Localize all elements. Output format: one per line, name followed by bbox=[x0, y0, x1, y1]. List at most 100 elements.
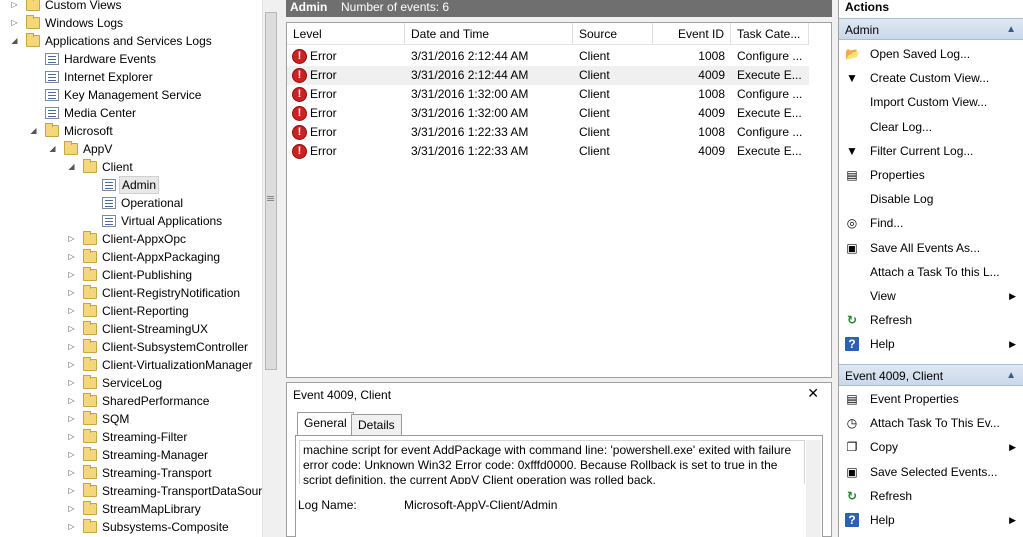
expand-arrow-icon[interactable]: ▷ bbox=[67, 248, 76, 266]
tab-general[interactable]: General bbox=[297, 412, 354, 436]
expand-arrow-icon[interactable]: ▷ bbox=[10, 0, 19, 14]
action-create-custom-view[interactable]: ▼ Create Custom View... bbox=[839, 66, 1023, 90]
tree-item[interactable]: Admin bbox=[0, 176, 262, 194]
tree-item-label: Client-SubsystemController bbox=[102, 340, 249, 354]
tree-item[interactable]: ▷ Client-AppxPackaging bbox=[0, 248, 262, 266]
tree-scrollbar[interactable] bbox=[262, 0, 278, 537]
tree-item[interactable]: ▷ Streaming-Filter bbox=[0, 428, 262, 446]
action-import-custom-view[interactable]: Import Custom View... bbox=[839, 90, 1023, 114]
action-find[interactable]: ◎ Find... bbox=[839, 211, 1023, 235]
expand-arrow-icon[interactable]: ▷ bbox=[67, 392, 76, 410]
table-row[interactable]: ! Error 3/31/2016 2:12:44 AM Client 1008 Conf… bbox=[287, 47, 809, 66]
action-copy[interactable]: ❐ Copy ▶ bbox=[839, 435, 1023, 459]
column-date-time[interactable]: Date and Time bbox=[405, 23, 573, 45]
tree-item-label: Client-StreamingUX bbox=[102, 322, 209, 336]
action-properties[interactable]: ▤ Properties bbox=[839, 163, 1023, 187]
expand-arrow-icon[interactable]: ▷ bbox=[67, 428, 76, 446]
action-save-selected-events[interactable]: ▣ Save Selected Events... bbox=[839, 460, 1023, 484]
expand-arrow-icon[interactable]: ▷ bbox=[10, 14, 19, 32]
collapse-arrow-icon[interactable]: ◢ bbox=[67, 158, 76, 176]
tree-item[interactable]: ▷ Client-StreamingUX bbox=[0, 320, 262, 338]
tree-item[interactable]: Hardware Events bbox=[0, 50, 262, 68]
tree-item[interactable]: ▷ Subsystems-Composite bbox=[0, 518, 262, 536]
expand-arrow-icon[interactable]: ▷ bbox=[67, 500, 76, 518]
tree-item[interactable]: ▷ Custom Views bbox=[0, 0, 262, 14]
table-row[interactable]: ! Error 3/31/2016 1:32:00 AM Client 4009 Exec… bbox=[287, 104, 809, 123]
tree-item[interactable]: Virtual Applications bbox=[0, 212, 262, 230]
action-refresh[interactable]: ↻ Refresh bbox=[839, 484, 1023, 508]
action-view[interactable]: View ▶ bbox=[839, 284, 1023, 308]
action-event-properties[interactable]: ▤ Event Properties bbox=[839, 387, 1023, 411]
action-help[interactable]: ? Help ▶ bbox=[839, 508, 1023, 532]
expand-arrow-icon[interactable]: ▷ bbox=[67, 518, 76, 536]
expand-arrow-icon[interactable]: ▷ bbox=[67, 446, 76, 464]
tree-item[interactable]: ▷ Client-VirtualizationManager bbox=[0, 356, 262, 374]
tree-item[interactable]: ▷ Client-Publishing bbox=[0, 266, 262, 284]
expand-arrow-icon[interactable]: ▷ bbox=[67, 410, 76, 428]
expand-arrow-icon[interactable]: ▷ bbox=[67, 374, 76, 392]
tree-item[interactable]: ▷ ServiceLog bbox=[0, 374, 262, 392]
action-filter-current-log[interactable]: ▼ Filter Current Log... bbox=[839, 139, 1023, 163]
tree-item[interactable]: Key Management Service bbox=[0, 86, 262, 104]
tree-item[interactable]: ▷ Client-SubsystemController bbox=[0, 338, 262, 356]
expand-arrow-icon[interactable]: ▷ bbox=[67, 284, 76, 302]
tree-item[interactable]: ◢ Applications and Services Logs bbox=[0, 32, 262, 50]
column-task-category[interactable]: Task Cate... bbox=[731, 23, 809, 45]
close-icon[interactable]: ✕ bbox=[807, 385, 819, 402]
expand-arrow-icon[interactable]: ▷ bbox=[67, 464, 76, 482]
action-disable-log[interactable]: Disable Log bbox=[839, 187, 1023, 211]
action-save-all-events-as[interactable]: ▣ Save All Events As... bbox=[839, 236, 1023, 260]
message-scrollbar[interactable] bbox=[806, 440, 821, 537]
tab-details[interactable]: Details bbox=[351, 414, 402, 436]
tree-item[interactable]: Media Center bbox=[0, 104, 262, 122]
expand-arrow-icon[interactable]: ▷ bbox=[67, 338, 76, 356]
expand-arrow-icon[interactable]: ▷ bbox=[67, 266, 76, 284]
tree-scrollbar-thumb[interactable] bbox=[265, 12, 277, 370]
tree-item[interactable]: ▷ SQM bbox=[0, 410, 262, 428]
collapse-up-icon[interactable]: ▲ bbox=[1006, 19, 1016, 41]
table-row[interactable]: ! Error 3/31/2016 2:12:44 AM Client 4009 Exec… bbox=[287, 66, 809, 85]
tree-item[interactable]: Internet Explorer bbox=[0, 68, 262, 86]
action-help[interactable]: ? Help ▶ bbox=[839, 332, 1023, 356]
tree-item[interactable]: ◢ Client bbox=[0, 158, 262, 176]
action-refresh[interactable]: ↻ Refresh bbox=[839, 308, 1023, 332]
collapse-arrow-icon[interactable]: ◢ bbox=[48, 140, 57, 158]
tree-item[interactable]: ▷ SharedPerformance bbox=[0, 392, 262, 410]
section-event-header[interactable]: Event 4009, Client ▲ bbox=[839, 364, 1023, 386]
collapse-arrow-icon[interactable]: ◢ bbox=[29, 122, 38, 140]
tree-item[interactable]: ▷ StreamMapLibrary bbox=[0, 500, 262, 518]
column-source[interactable]: Source bbox=[573, 23, 653, 45]
table-row[interactable]: ! Error 3/31/2016 1:22:33 AM Client 4009 Exec… bbox=[287, 142, 809, 161]
action-label: Save All Events As... bbox=[870, 240, 981, 255]
action-clear-log[interactable]: Clear Log... bbox=[839, 115, 1023, 139]
tree-item[interactable]: ▷ Client-Reporting bbox=[0, 302, 262, 320]
left-splitter[interactable] bbox=[278, 0, 286, 537]
tree-item[interactable]: ▷ Client-RegistryNotification bbox=[0, 284, 262, 302]
action-attach-a-task-to-this-l[interactable]: Attach a Task To this L... bbox=[839, 260, 1023, 284]
expand-arrow-icon[interactable]: ▷ bbox=[67, 356, 76, 374]
table-row[interactable]: ! Error 3/31/2016 1:32:00 AM Client 1008 Conf… bbox=[287, 85, 809, 104]
tree-item[interactable]: Operational bbox=[0, 194, 262, 212]
table-row[interactable]: ! Error 3/31/2016 1:22:33 AM Client 1008 Conf… bbox=[287, 123, 809, 142]
column-level[interactable]: Level bbox=[287, 23, 405, 45]
action-attach-task-to-this-ev[interactable]: ◷ Attach Task To This Ev... bbox=[839, 411, 1023, 435]
tree-item[interactable]: ▷ Windows Logs bbox=[0, 14, 262, 32]
expand-arrow-icon[interactable]: ▷ bbox=[67, 482, 76, 500]
expand-arrow-icon[interactable]: ▷ bbox=[67, 320, 76, 338]
tree-item[interactable]: ◢ Microsoft bbox=[0, 122, 262, 140]
column-event-id[interactable]: Event ID bbox=[653, 23, 731, 45]
tree-item[interactable]: ◢ AppV bbox=[0, 140, 262, 158]
expand-arrow-icon[interactable]: ▷ bbox=[67, 302, 76, 320]
tree-item[interactable]: ▷ Client-AppxOpc bbox=[0, 230, 262, 248]
tree-item[interactable]: ▷ Streaming-Transport bbox=[0, 464, 262, 482]
action-open-saved-log[interactable]: 📂 Open Saved Log... bbox=[839, 42, 1023, 66]
event-message[interactable]: machine script for event AddPackage with… bbox=[299, 440, 805, 484]
tree-item[interactable]: ▷ Streaming-Manager bbox=[0, 446, 262, 464]
expand-arrow-icon[interactable]: ▷ bbox=[67, 230, 76, 248]
collapse-up-icon[interactable]: ▲ bbox=[1006, 365, 1016, 387]
section-admin-header[interactable]: Admin ▲ bbox=[839, 18, 1023, 40]
tree-item[interactable]: ▷ Streaming-TransportDataSour bbox=[0, 482, 262, 500]
collapse-arrow-icon[interactable]: ◢ bbox=[10, 32, 19, 50]
navigation-tree[interactable]: ▷ Custom Views ▷ Windows Logs ◢ Applications … bbox=[0, 0, 262, 537]
event-list[interactable]: Level Date and Time Source Event ID Task… bbox=[286, 22, 832, 378]
